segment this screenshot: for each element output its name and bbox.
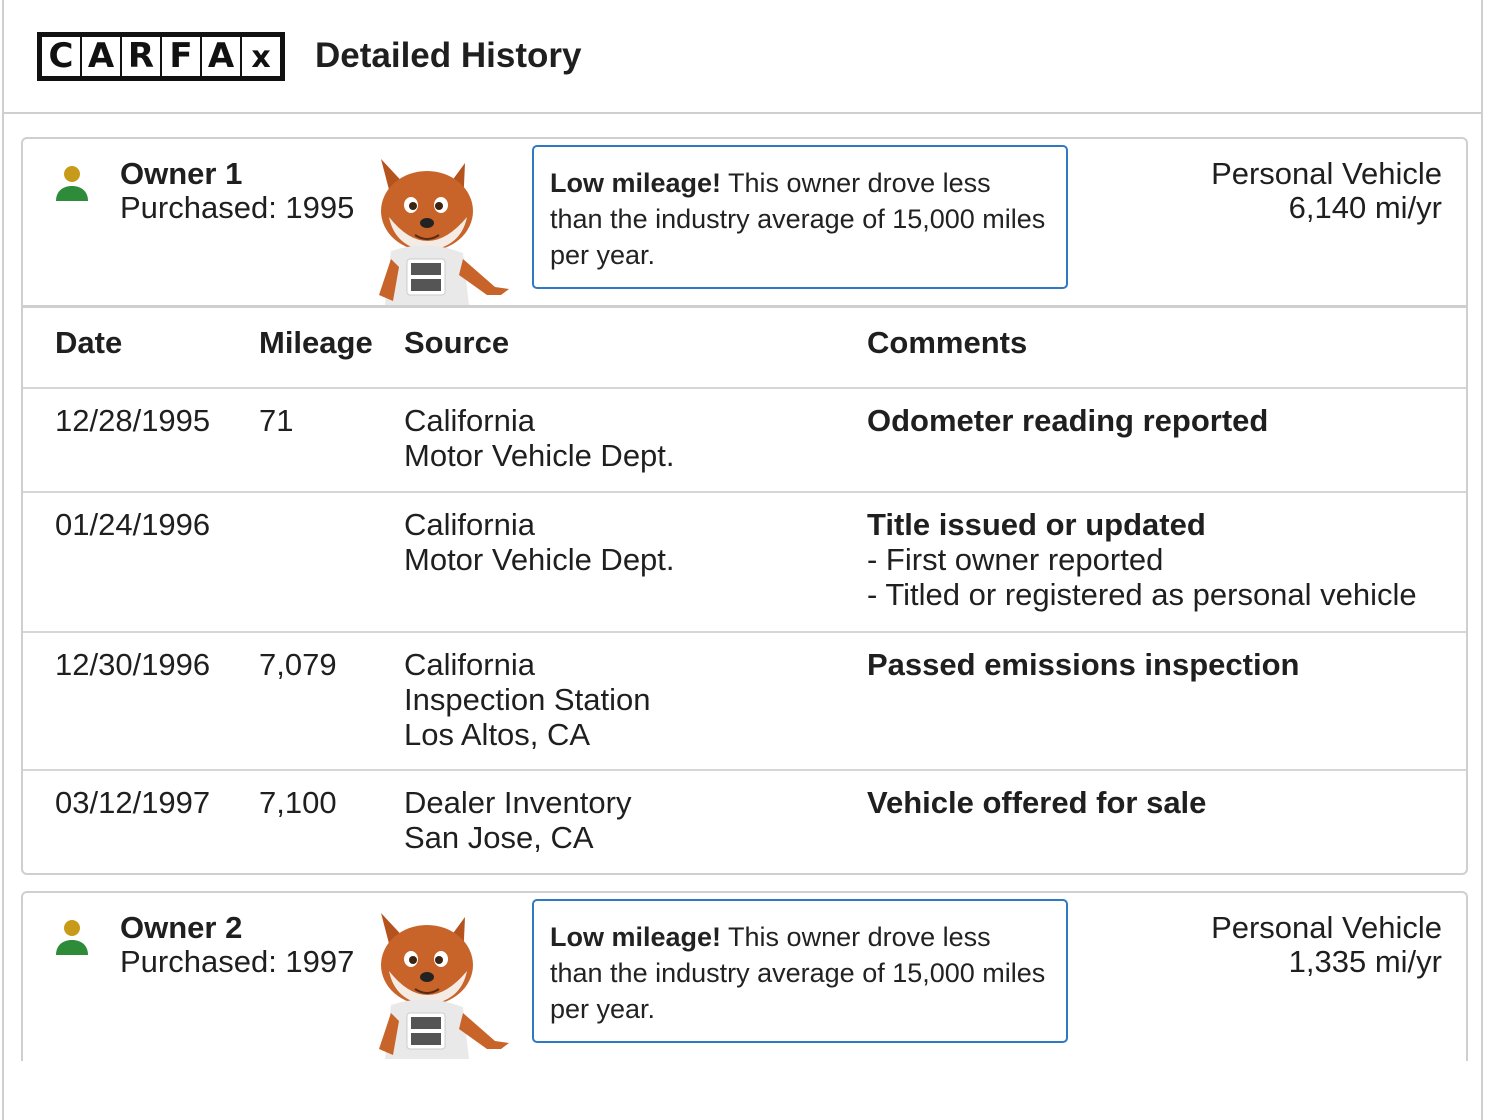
detailed-history-page: C A R F A x Detailed History Owner 1 Pur… [2,0,1483,1120]
owner-card-2: Owner 2 Purchased: 1997 Low mileage! Thi… [21,891,1468,1061]
owner-card-1: Owner 1 Purchased: 1995 Low mileage! Thi… [21,137,1468,875]
owner-purchased: Purchased: 1995 [120,190,355,225]
record-source: Dealer Inventory San Jose, CA [404,785,631,855]
source-line: California [404,507,535,542]
low-mileage-callout: Low mileage! This owner drove less than … [532,145,1068,289]
comment-title: Vehicle offered for sale [867,785,1207,820]
person-icon [56,166,88,201]
record-date: 03/12/1997 [55,785,211,820]
logo-letter: F [162,36,200,76]
callout-highlight: Low mileage! [550,922,722,952]
source-line: Motor Vehicle Dept. [404,542,675,577]
car-fox-mascot-icon [379,159,509,305]
record-date: 01/24/1996 [55,507,211,542]
record-date: 12/30/1996 [55,647,211,682]
owner-purchased: Purchased: 1997 [120,944,355,979]
comment-detail: - First owner reported [867,542,1164,577]
owner-summary: Owner 2 Purchased: 1997 Low mileage! Thi… [23,893,1466,1059]
owner-name: Owner 2 [120,910,243,945]
record-mileage: 7,100 [259,785,337,820]
owner-summary: Owner 1 Purchased: 1995 Low mileage! Thi… [23,139,1466,305]
carfax-logo[interactable]: C A R F A x [37,31,285,81]
logo-letter: C [42,36,80,76]
column-header-date: Date [55,325,123,360]
vehicle-usage: Personal Vehicle 1,335 mi/yr [1211,911,1442,979]
callout-highlight: Low mileage! [550,168,722,198]
comment-detail: - Titled or registered as personal vehic… [867,577,1417,612]
person-icon [56,920,88,955]
record-mileage: 71 [259,403,294,438]
miles-per-year: 1,335 mi/yr [1288,944,1442,979]
record-mileage: 7,079 [259,647,337,682]
record-source: California Motor Vehicle Dept. [404,507,675,577]
record-source: California Inspection Station Los Altos,… [404,647,650,752]
comment-title: Odometer reading reported [867,403,1269,438]
table-header: Date Mileage Source Comments [23,308,1466,389]
source-line: California [404,403,535,438]
source-line: Los Altos, CA [404,717,591,752]
source-line: Inspection Station [404,682,651,717]
history-table: Date Mileage Source Comments 12/28/1995 … [23,305,1466,875]
source-line: California [404,647,535,682]
column-header-source: Source [404,325,510,360]
car-fox-mascot-icon [379,913,509,1059]
column-header-comments: Comments [867,325,1028,360]
page-header: C A R F A x Detailed History [4,0,1481,114]
logo-letter: A [82,36,120,76]
vehicle-usage: Personal Vehicle 6,140 mi/yr [1211,157,1442,225]
source-line: San Jose, CA [404,820,594,855]
record-source: California Motor Vehicle Dept. [404,403,675,473]
vehicle-type: Personal Vehicle [1211,910,1442,945]
record-comment: Passed emissions inspection [867,647,1299,682]
table-row: 01/24/1996 California Motor Vehicle Dept… [23,493,1466,633]
table-row: 03/12/1997 7,100 Dealer Inventory San Jo… [23,771,1466,875]
page-title: Detailed History [315,36,582,75]
source-line: Dealer Inventory [404,785,632,820]
record-date: 12/28/1995 [55,403,211,438]
logo-letter: x [242,36,280,76]
table-row: 12/28/1995 71 California Motor Vehicle D… [23,389,1466,493]
comment-title: Passed emissions inspection [867,647,1300,682]
comment-title: Title issued or updated [867,507,1206,542]
column-header-mileage: Mileage [259,325,373,360]
table-row: 12/30/1996 7,079 California Inspection S… [23,633,1466,771]
vehicle-type: Personal Vehicle [1211,156,1442,191]
record-comment: Vehicle offered for sale [867,785,1206,820]
logo-letter: A [202,36,240,76]
source-line: Motor Vehicle Dept. [404,438,675,473]
owner-name: Owner 1 [120,156,243,191]
low-mileage-callout: Low mileage! This owner drove less than … [532,899,1068,1043]
logo-letter: R [122,36,160,76]
record-comment: Title issued or updated - First owner re… [867,507,1417,612]
miles-per-year: 6,140 mi/yr [1288,190,1442,225]
record-comment: Odometer reading reported [867,403,1268,438]
